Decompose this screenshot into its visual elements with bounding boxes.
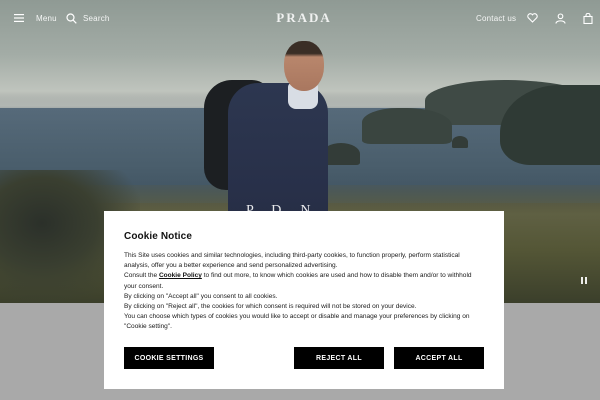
cookie-notice-dialog: Cookie Notice This Site uses cookies and…	[104, 211, 504, 389]
contact-link[interactable]: Contact us	[476, 10, 516, 26]
search-label: Search	[83, 13, 110, 23]
wishlist-button[interactable]	[527, 10, 538, 26]
head	[284, 41, 324, 91]
cookie-notice-para5: You can choose which types of cookies yo…	[124, 313, 470, 331]
shopping-bag-icon	[583, 12, 593, 24]
wishlist-heart-icon	[527, 13, 538, 23]
search-button[interactable]: Search	[66, 10, 110, 26]
cookie-settings-button[interactable]: COOKIE SETTINGS	[124, 347, 214, 369]
para2-prefix: Consult the	[124, 272, 159, 280]
rock-small-2	[452, 136, 468, 148]
accept-all-button[interactable]: ACCEPT ALL	[394, 347, 484, 369]
rock-islet	[362, 108, 452, 144]
account-button[interactable]	[555, 10, 566, 26]
site-header: Menu Search PRADA Contact us	[0, 0, 600, 36]
contact-label: Contact us	[476, 13, 517, 23]
account-icon	[555, 12, 566, 24]
cookie-notice-para4: By clicking on "Reject all", the cookies…	[124, 303, 417, 311]
menu-icon	[14, 14, 24, 22]
menu-button[interactable]: Menu	[14, 10, 57, 26]
cookie-policy-link[interactable]: Cookie Policy	[159, 272, 202, 279]
cookie-notice-para1: This Site uses cookies and similar techn…	[124, 252, 460, 270]
search-icon	[66, 12, 77, 24]
cookie-notice-para2: Consult the Cookie Policy to find out mo…	[124, 271, 484, 291]
pause-icon	[581, 276, 583, 284]
cookie-notice-title: Cookie Notice	[124, 231, 192, 242]
brand-logo[interactable]: PRADA	[272, 10, 336, 26]
cookie-notice-para3: By clicking on "Accept all" you consent …	[124, 292, 278, 300]
menu-label: Menu	[36, 13, 57, 23]
reject-all-button[interactable]: REJECT ALL	[294, 347, 384, 369]
cookie-notice-body: This Site uses cookies and similar techn…	[124, 251, 484, 333]
shopping-bag-button[interactable]	[583, 10, 593, 26]
pause-button[interactable]	[578, 274, 590, 286]
